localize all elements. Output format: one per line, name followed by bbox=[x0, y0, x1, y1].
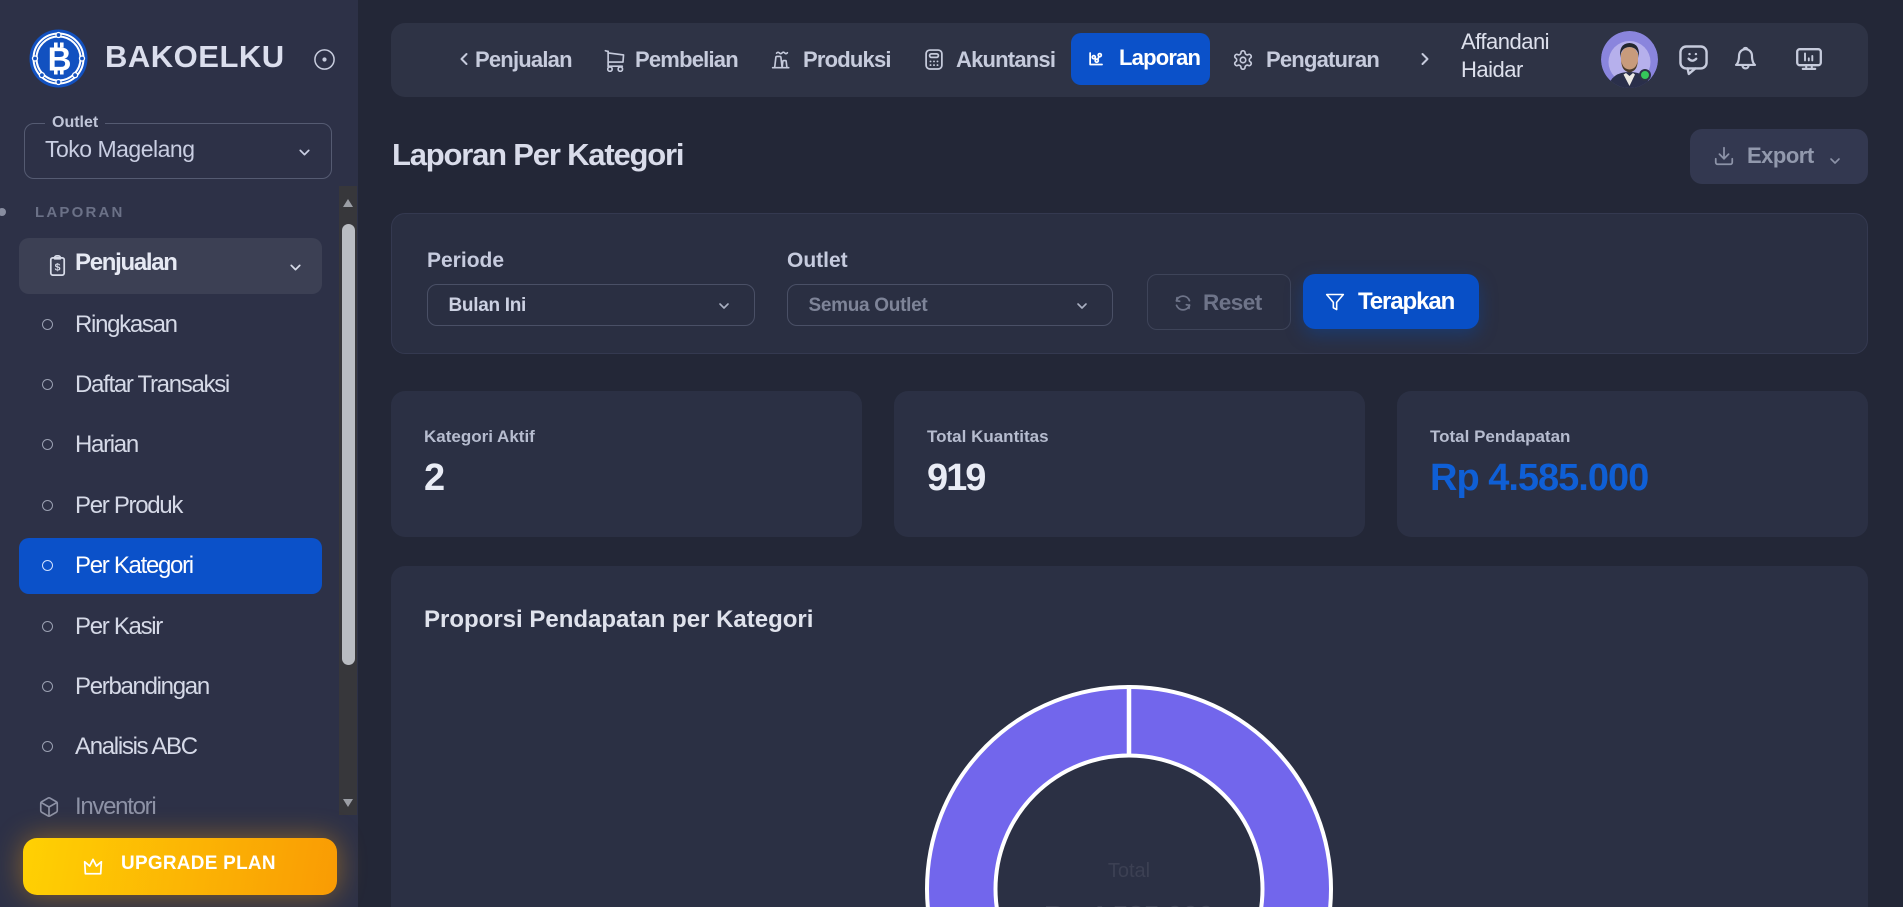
svg-text:$: $ bbox=[55, 261, 61, 273]
svg-text:B: B bbox=[48, 41, 72, 78]
